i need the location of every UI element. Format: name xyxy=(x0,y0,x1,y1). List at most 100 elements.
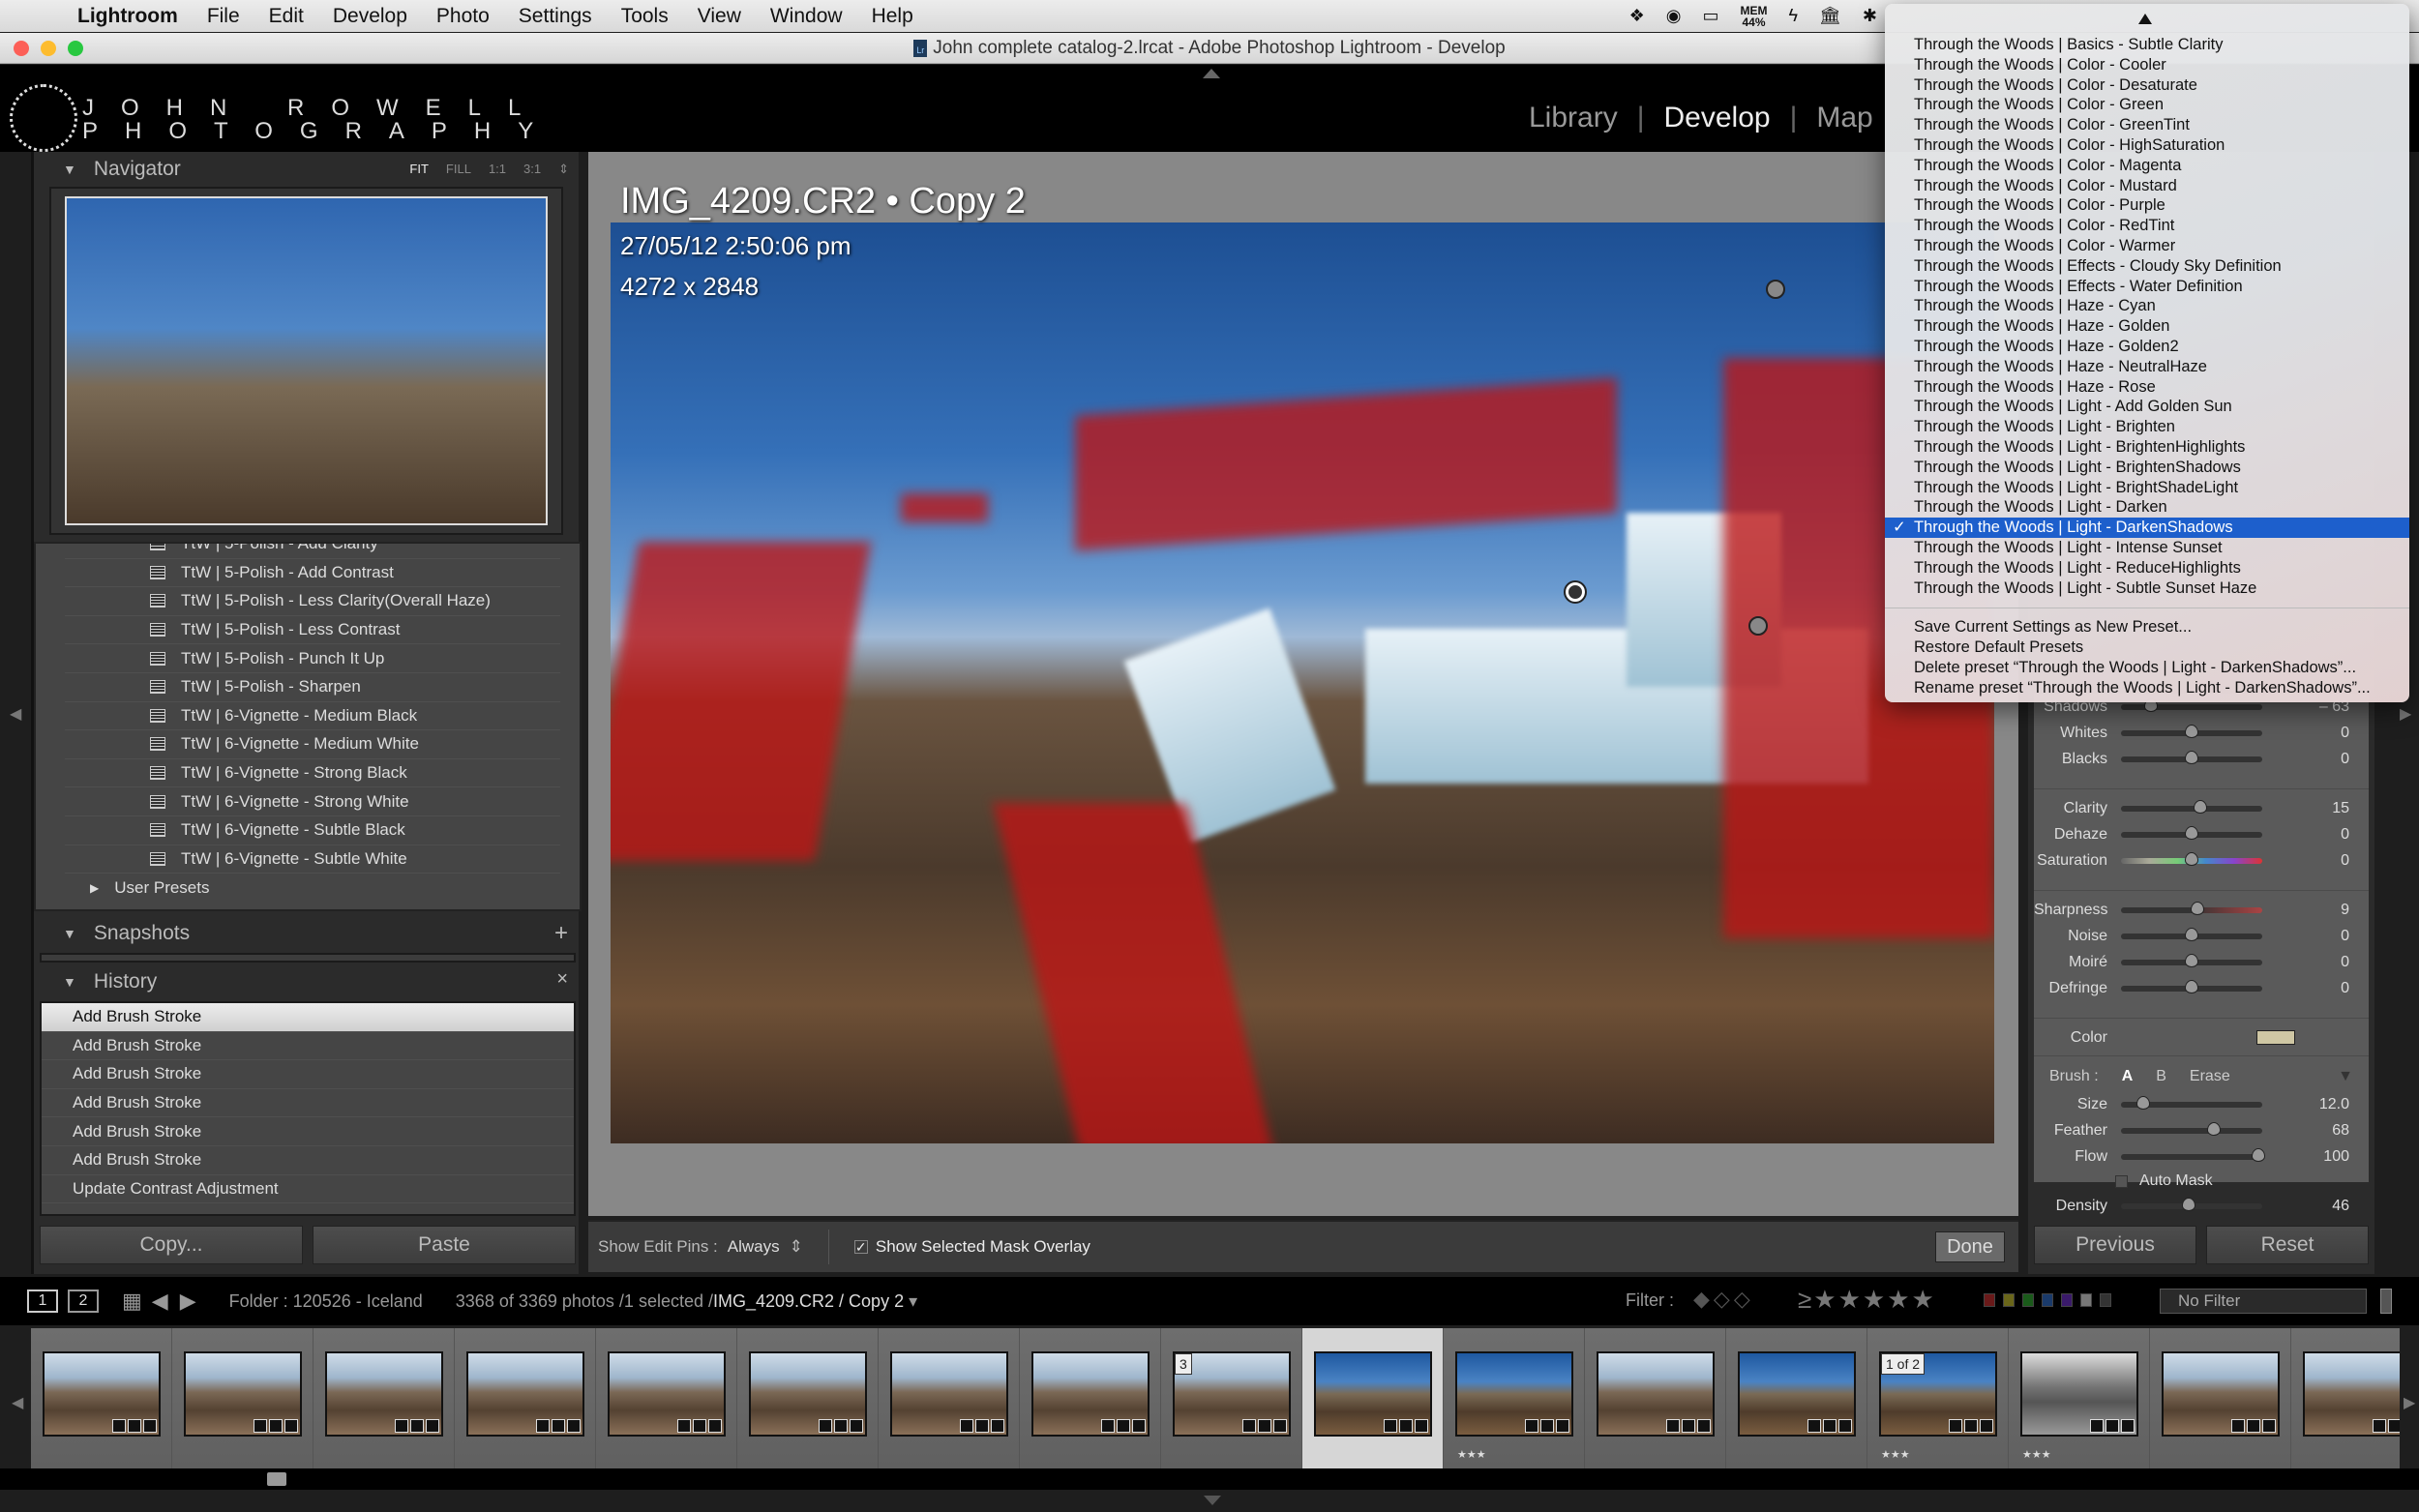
filmstrip-scroll-left-icon[interactable]: ◀ xyxy=(12,1393,23,1412)
photo-thumbnail[interactable] xyxy=(2020,1351,2138,1437)
collapse-filmstrip-icon[interactable] xyxy=(1204,1496,1221,1505)
filmstrip-cell[interactable] xyxy=(879,1328,1020,1468)
crop-badge-icon[interactable] xyxy=(1132,1419,1146,1433)
crop-badge-icon[interactable] xyxy=(2262,1419,2276,1433)
history-item[interactable]: Add Brush Stroke xyxy=(42,1146,574,1175)
preset-menu-item-selected[interactable]: ✓ Through the Woods | Light - DarkenShado… xyxy=(1885,518,2409,538)
slider-thumb[interactable] xyxy=(2182,1197,2196,1211)
preset-menu-item[interactable]: Through the Woods | Effects - Water Defi… xyxy=(1885,277,2409,297)
filmstrip-scroll-handle[interactable] xyxy=(267,1472,286,1486)
preset-menu-item[interactable]: Through the Woods | Light - BrightenShad… xyxy=(1885,458,2409,478)
keyword-badge-icon[interactable] xyxy=(1525,1419,1538,1433)
preset-item[interactable]: TtW | 5-Polish - Punch It Up xyxy=(65,644,560,673)
menu-view[interactable]: View xyxy=(698,5,741,28)
navigator-thumbnail[interactable] xyxy=(65,196,548,525)
slider-thumb[interactable] xyxy=(2190,901,2204,915)
previous-button[interactable]: Previous xyxy=(2034,1226,2196,1264)
local-adjust-badge-icon[interactable] xyxy=(1823,1419,1837,1433)
slider-defringe[interactable]: Defringe 0 xyxy=(2034,975,2369,1001)
filmstrip-cell[interactable]: 3 xyxy=(1161,1328,1302,1468)
preset-item[interactable]: TtW | 5-Polish - Add Clarity xyxy=(65,544,560,559)
zoom-3-1[interactable]: 3:1 xyxy=(523,162,541,177)
filmstrip-cell[interactable] xyxy=(2291,1328,2400,1468)
menu-settings[interactable]: Settings xyxy=(519,5,592,28)
mask-overlay-toggle[interactable]: ✓ Show Selected Mask Overlay xyxy=(853,1237,1090,1257)
keyword-badge-icon[interactable] xyxy=(2090,1419,2104,1433)
crop-badge-icon[interactable] xyxy=(1980,1419,1993,1433)
keyword-badge-icon[interactable] xyxy=(677,1419,691,1433)
history-item[interactable]: Add Brush Stroke xyxy=(42,1003,574,1032)
preset-item[interactable]: TtW | 6-Vignette - Medium Black xyxy=(65,702,560,731)
crop-badge-icon[interactable] xyxy=(567,1419,581,1433)
clear-history-button[interactable]: × xyxy=(556,968,568,991)
menu-photo[interactable]: Photo xyxy=(436,5,490,28)
history-item[interactable]: Update Contrast Adjustment xyxy=(42,1175,574,1204)
local-adjust-badge-icon[interactable] xyxy=(2105,1419,2119,1433)
photo-thumbnail[interactable] xyxy=(1314,1351,1432,1437)
preset-menu-item[interactable]: Through the Woods | Color - RedTint xyxy=(1885,216,2409,236)
star-rating[interactable]: ★★★ xyxy=(1457,1448,1486,1461)
stack-badge[interactable]: 3 xyxy=(1175,1353,1192,1375)
slider-thumb[interactable] xyxy=(2185,953,2198,967)
photo-thumbnail[interactable] xyxy=(2303,1351,2400,1437)
filmstrip-cell[interactable] xyxy=(172,1328,314,1468)
museum-icon[interactable]: 🏛 xyxy=(1819,6,1841,26)
menu-app[interactable]: Lightroom xyxy=(77,5,178,28)
keyword-badge-icon[interactable] xyxy=(1242,1419,1256,1433)
edit-pin[interactable] xyxy=(1748,616,1768,636)
collapse-triangle-icon[interactable]: ▼ xyxy=(63,926,76,941)
slider-thumb[interactable] xyxy=(2207,1121,2222,1136)
filmstrip-cell[interactable]: ★★★ xyxy=(2009,1328,2150,1468)
paste-button[interactable]: Paste xyxy=(313,1226,576,1264)
preset-menu-item[interactable]: Through the Woods | Basics - Subtle Clar… xyxy=(1885,35,2409,55)
no-label-filter[interactable] xyxy=(2100,1293,2111,1307)
photo-thumbnail[interactable] xyxy=(325,1351,443,1437)
collapse-triangle-icon[interactable]: ▼ xyxy=(63,974,76,990)
preset-item[interactable]: TtW | 6-Vignette - Subtle Black xyxy=(65,816,560,845)
preset-menu-item[interactable]: Through the Woods | Light - Darken xyxy=(1885,497,2409,518)
preset-menu-item[interactable]: Through the Woods | Color - HighSaturati… xyxy=(1885,135,2409,156)
slider-whites[interactable]: Whites 0 xyxy=(2034,720,2369,746)
photo-thumbnail[interactable] xyxy=(1455,1351,1573,1437)
slider-thumb[interactable] xyxy=(2136,1095,2151,1110)
preset-menu-item[interactable]: Through the Woods | Effects - Cloudy Sky… xyxy=(1885,256,2409,277)
folder-source[interactable]: Folder : 120526 - Iceland xyxy=(229,1291,423,1312)
crop-badge-icon[interactable] xyxy=(1415,1419,1428,1433)
slider-density[interactable]: Density 46 xyxy=(2034,1193,2369,1219)
preset-item[interactable]: TtW | 5-Polish - Less Contrast xyxy=(65,616,560,645)
preset-menu-item[interactable]: Through the Woods | Light - Add Golden S… xyxy=(1885,397,2409,417)
filmstrip-scrollbar[interactable] xyxy=(0,1468,2419,1490)
edit-pin[interactable] xyxy=(1766,280,1785,299)
menu-window[interactable]: Window xyxy=(770,5,843,28)
zoom-fit[interactable]: FIT xyxy=(409,162,429,177)
local-adjust-badge-icon[interactable] xyxy=(128,1419,141,1433)
preset-menu-item[interactable]: Through the Woods | Color - Purple xyxy=(1885,195,2409,216)
slider-size[interactable]: Size 12.0 xyxy=(2034,1091,2369,1117)
add-snapshot-button[interactable]: + xyxy=(554,920,568,947)
slider-sharpness[interactable]: Sharpness 9 xyxy=(2034,897,2369,923)
blue-label-filter[interactable] xyxy=(2042,1293,2053,1307)
crop-badge-icon[interactable] xyxy=(708,1419,722,1433)
local-adjust-badge-icon[interactable] xyxy=(1682,1419,1695,1433)
history-item[interactable]: Add Brush Stroke xyxy=(42,1032,574,1061)
local-adjust-badge-icon[interactable] xyxy=(1399,1419,1413,1433)
slider-thumb[interactable] xyxy=(2185,979,2198,993)
done-button[interactable]: Done xyxy=(1935,1231,2005,1262)
slider-moire[interactable]: Moiré 0 xyxy=(2034,949,2369,975)
photo-thumbnail[interactable] xyxy=(1738,1351,1856,1437)
brush-a-tab[interactable]: A xyxy=(2122,1068,2134,1085)
keyword-badge-icon[interactable] xyxy=(112,1419,126,1433)
preset-menu-item[interactable]: Through the Woods | Color - Magenta xyxy=(1885,156,2409,176)
filmstrip-cell[interactable] xyxy=(1585,1328,1726,1468)
keyword-badge-icon[interactable] xyxy=(2231,1419,2245,1433)
slider-thumb[interactable] xyxy=(2185,724,2198,738)
edit-pin-selected[interactable] xyxy=(1564,580,1587,604)
history-item[interactable]: Add Brush Stroke xyxy=(42,1117,574,1146)
preset-menu-item[interactable]: Through the Woods | Color - Desaturate xyxy=(1885,75,2409,96)
local-adjust-badge-icon[interactable] xyxy=(410,1419,424,1433)
preset-menu-item[interactable]: Through the Woods | Color - Warmer xyxy=(1885,236,2409,256)
preset-menu-action[interactable]: Delete preset “Through the Woods | Light… xyxy=(1885,658,2409,678)
green-label-filter[interactable] xyxy=(2022,1293,2034,1307)
flag-filter-icons[interactable]: ◆◇◇ xyxy=(1693,1287,1754,1312)
crop-badge-icon[interactable] xyxy=(143,1419,157,1433)
